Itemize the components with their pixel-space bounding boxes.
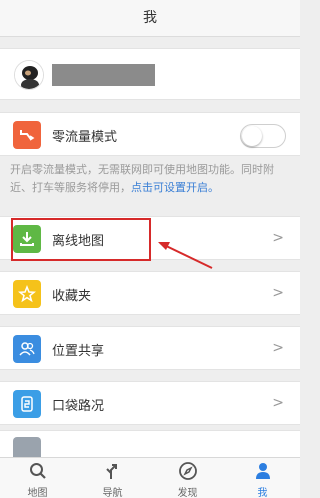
tab-map[interactable]: 地图	[0, 458, 75, 498]
compass-icon	[178, 462, 197, 480]
annotation-arrow-icon	[158, 242, 213, 269]
search-icon	[29, 463, 46, 479]
tab-label: 导航	[102, 488, 123, 498]
navigation-icon	[105, 464, 117, 479]
tab-navigation[interactable]: 导航	[75, 458, 150, 498]
tab-bar: 地图 导航 发现 我	[0, 457, 300, 498]
tab-label: 我	[257, 488, 268, 498]
tab-label: 发现	[177, 488, 198, 498]
tab-me[interactable]: 我	[225, 458, 300, 498]
user-icon	[255, 463, 270, 479]
tab-label: 地图	[27, 488, 48, 498]
tab-discover[interactable]: 发现	[150, 458, 225, 498]
